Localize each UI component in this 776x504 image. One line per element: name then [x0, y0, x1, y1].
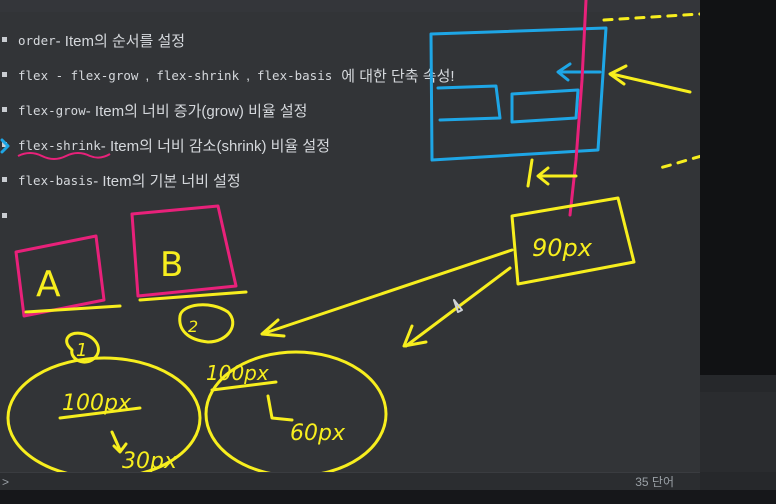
blue-item-box [436, 84, 502, 122]
overflow-width: 90px [532, 234, 593, 262]
item-1-result: 30px [122, 449, 178, 472]
item-1-width: 100px [62, 391, 132, 416]
right-panel [700, 0, 776, 504]
right-panel-dark-area [700, 0, 776, 375]
item-2-width: 100px [206, 361, 269, 385]
blue-arrow-icon [556, 62, 602, 82]
box-b-outline [130, 204, 238, 298]
red-squiggle [17, 152, 111, 160]
right-panel-lower [700, 392, 776, 472]
blue-tick [0, 138, 10, 154]
status-bar: > 35 단어 [0, 472, 700, 491]
taskbar [0, 490, 776, 504]
blue-item-box [510, 88, 580, 124]
item-2-result: 60px [290, 421, 346, 446]
item-2-arrow [266, 394, 294, 422]
expand-icon[interactable]: > [2, 473, 9, 491]
pen-annotations: 1 2 100px 30px 100px 60px 90px A B [0, 0, 700, 472]
circle-1-number: 1 [76, 340, 87, 361]
box-b-label: B [160, 245, 183, 285]
yellow-arrow-icon [608, 64, 692, 94]
box-a-label: A [36, 264, 61, 305]
word-count: 35 단어 [635, 475, 674, 489]
editor[interactable]: order - Item의 순서를 설정 flex - flex-grow , … [0, 0, 700, 472]
circle-2-number: 2 [188, 317, 198, 336]
yellow-mark [526, 158, 534, 188]
yellow-arrow-icon [536, 166, 578, 186]
